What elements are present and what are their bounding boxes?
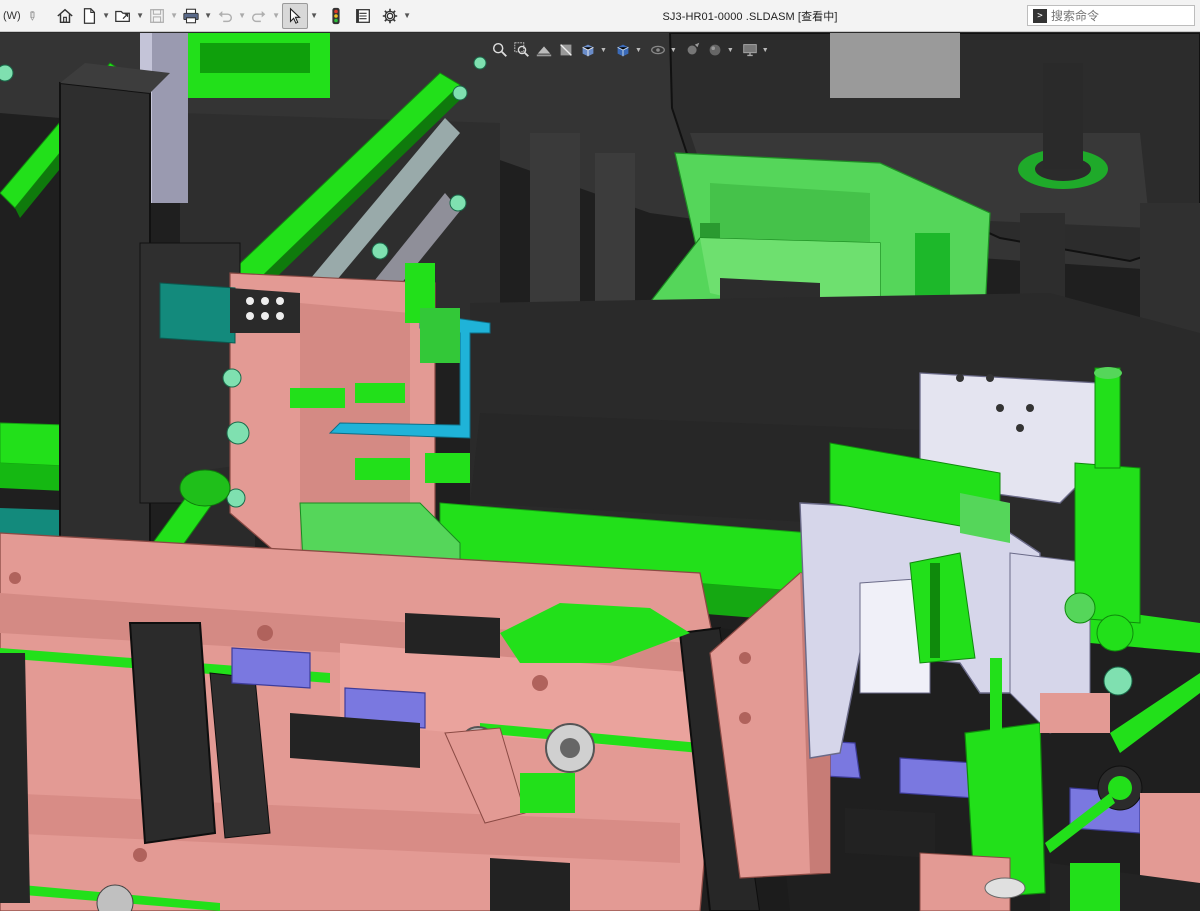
print-dropdown[interactable]: ▼ xyxy=(203,11,213,20)
save-icon[interactable] xyxy=(146,3,168,29)
select-dropdown[interactable]: ▼ xyxy=(309,11,319,20)
teal-block xyxy=(159,282,236,344)
left-pillar xyxy=(59,81,151,595)
redo-dropdown[interactable]: ▼ xyxy=(271,11,281,20)
assembly-3d-model[interactable] xyxy=(0,33,1200,911)
w-label: (W) xyxy=(3,9,21,22)
apply-scene-dropdown[interactable]: ▼ xyxy=(727,47,734,54)
redo-icon[interactable] xyxy=(248,3,270,29)
view-settings-dropdown[interactable]: ▼ xyxy=(762,47,769,54)
zoom-area-icon[interactable] xyxy=(512,40,532,60)
print-icon[interactable] xyxy=(180,3,202,29)
title-bar: (W) ✎ ▼ ▼ ▼ ▼ ▼ ▼ ▼ ▼ SJ3-HR01-0000 .SLD… xyxy=(0,0,1200,32)
heads-up-view-toolbar: ▼ ▼ ▼ ▼ ▼ xyxy=(490,37,773,63)
edit-appearance-icon[interactable] xyxy=(683,40,703,60)
previous-view-icon[interactable] xyxy=(534,40,554,60)
display-style-icon[interactable] xyxy=(613,40,633,60)
document-title: SJ3-HR01-0000 .SLDASM [查看中] xyxy=(662,11,838,23)
hide-show-dropdown[interactable]: ▼ xyxy=(670,47,677,54)
graphics-viewport[interactable]: ▼ ▼ ▼ ▼ ▼ xyxy=(0,33,1200,911)
new-document-icon[interactable] xyxy=(78,3,100,29)
open-folder-icon[interactable] xyxy=(112,3,134,29)
display-style-dropdown[interactable]: ▼ xyxy=(635,47,642,54)
undo-dropdown[interactable]: ▼ xyxy=(237,11,247,20)
select-arrow-icon[interactable] xyxy=(282,2,309,29)
zoom-to-fit-icon[interactable] xyxy=(490,40,510,60)
options-gear-icon[interactable] xyxy=(379,3,401,29)
open-dropdown[interactable]: ▼ xyxy=(135,11,145,20)
view-orientation-icon[interactable] xyxy=(578,40,598,60)
traffic-light-icon[interactable] xyxy=(325,3,347,29)
apply-scene-icon[interactable] xyxy=(705,40,725,60)
search-commands-input[interactable] xyxy=(1051,8,1191,23)
search-commands-box[interactable]: > xyxy=(1027,5,1195,26)
undo-icon[interactable] xyxy=(214,3,236,29)
home-icon[interactable] xyxy=(54,3,76,29)
new-document-dropdown[interactable]: ▼ xyxy=(101,11,111,20)
view-settings-icon[interactable] xyxy=(740,40,760,60)
section-view-icon[interactable] xyxy=(556,40,576,60)
save-dropdown[interactable]: ▼ xyxy=(169,11,179,20)
options-dropdown[interactable]: ▼ xyxy=(402,11,412,20)
command-prompt-icon: > xyxy=(1033,8,1047,23)
front-pillar-left xyxy=(128,622,217,845)
pin-icon[interactable]: ✎ xyxy=(24,7,41,24)
file-properties-icon[interactable] xyxy=(352,3,374,29)
hide-show-icon[interactable] xyxy=(648,40,668,60)
view-orientation-dropdown[interactable]: ▼ xyxy=(600,47,607,54)
